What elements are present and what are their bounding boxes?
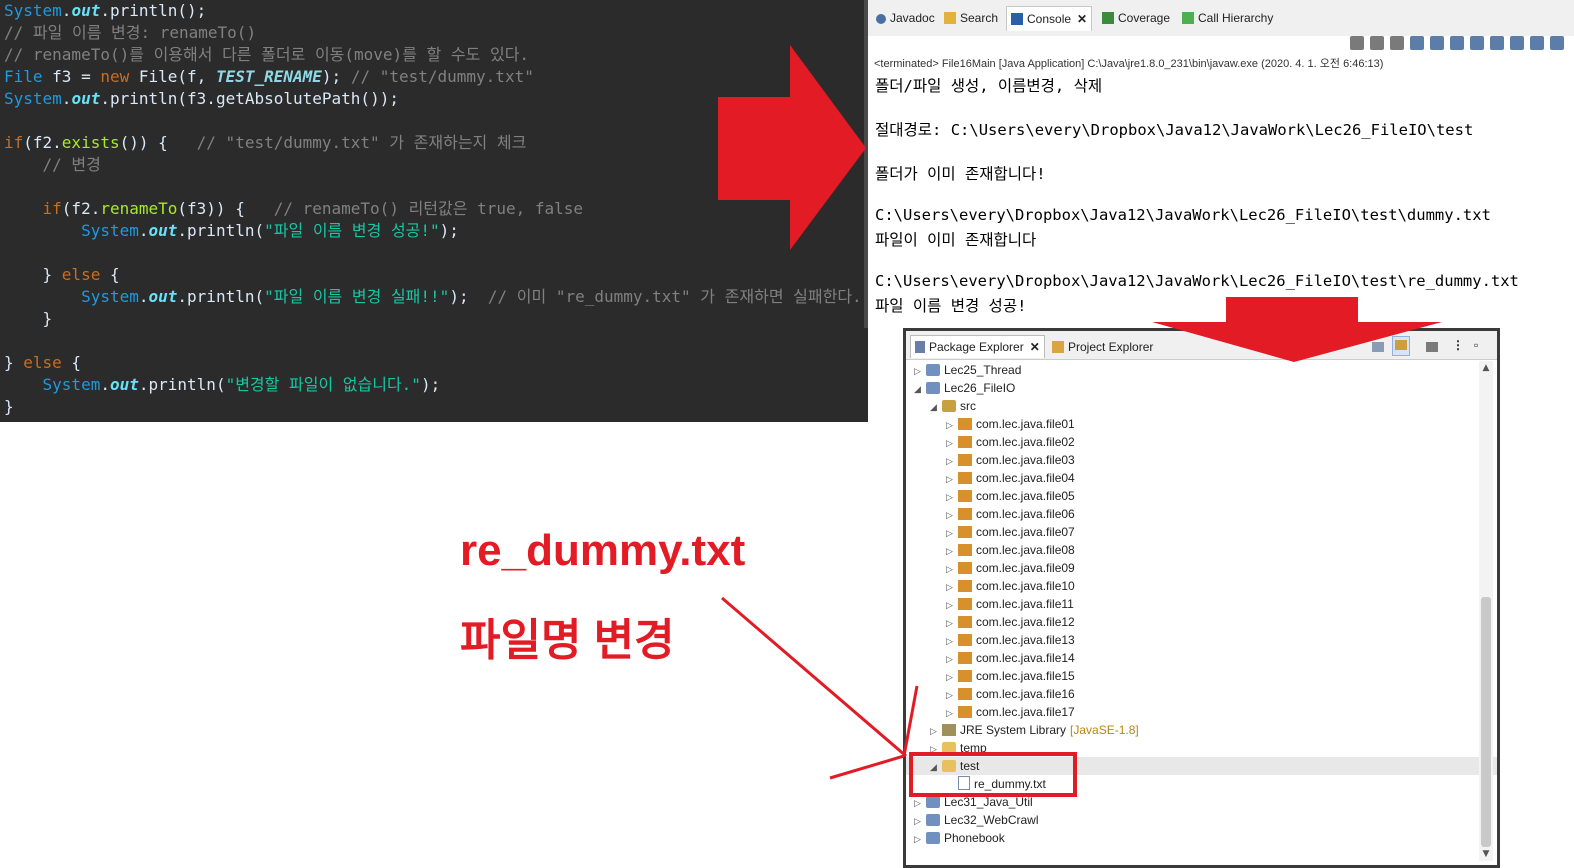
arrow-down-icon — [1152, 297, 1442, 362]
arrow-right-icon — [718, 45, 866, 250]
annotation-caption: 파일명 변경 — [460, 616, 675, 665]
annotation-overlay — [718, 45, 1442, 797]
annotation-filename: re_dummy.txt — [460, 526, 746, 575]
annotation-line — [721, 596, 907, 758]
annotation-line — [829, 754, 905, 780]
highlight-box — [909, 752, 1077, 797]
annotation-line — [902, 685, 919, 757]
